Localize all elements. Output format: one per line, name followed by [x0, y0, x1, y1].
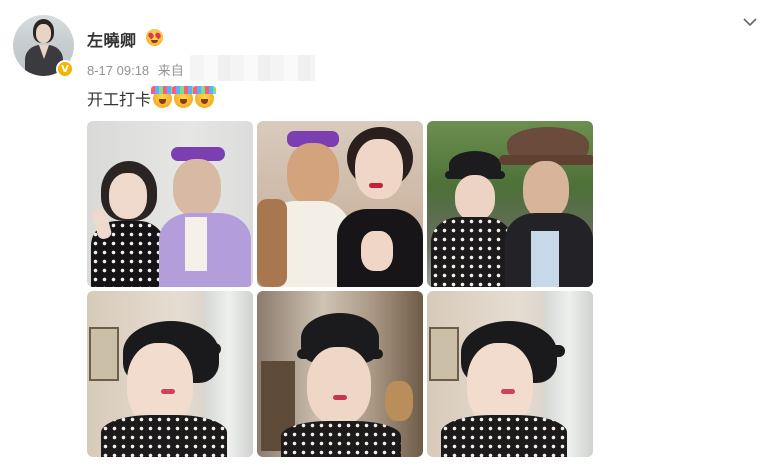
photo-thumbnail-1[interactable]: [87, 121, 253, 287]
post-timestamp[interactable]: 8-17 09:18: [87, 63, 149, 78]
photo-thumbnail-2[interactable]: [257, 121, 423, 287]
photo-thumbnail-6[interactable]: [427, 291, 593, 457]
celebrate-emoji-icon: [172, 85, 196, 108]
avatar-face: [36, 24, 51, 43]
heart-eyes-emoji-icon: [146, 29, 163, 46]
weibo-post: V 左曉卿 8-17 09:18 来自 开工打卡: [0, 0, 767, 469]
photo-thumbnail-3[interactable]: [427, 121, 593, 287]
post-meta: 8-17 09:18 来自: [87, 60, 189, 79]
celebrate-emoji-icon: [193, 85, 217, 108]
source-redaction: [190, 55, 315, 81]
post-source-prefix: 来自: [157, 63, 184, 78]
chevron-down-icon[interactable]: [742, 16, 758, 28]
post-text: 开工打卡: [87, 85, 217, 110]
photo-grid: [87, 121, 593, 459]
photo-thumbnail-5[interactable]: [257, 291, 423, 457]
photo-thumbnail-4[interactable]: [87, 291, 253, 457]
post-text-content: 开工打卡: [87, 92, 152, 109]
celebrate-emoji-icon: [151, 85, 175, 108]
verified-badge-icon: V: [56, 60, 74, 78]
author-name[interactable]: 左曉卿: [87, 27, 137, 51]
